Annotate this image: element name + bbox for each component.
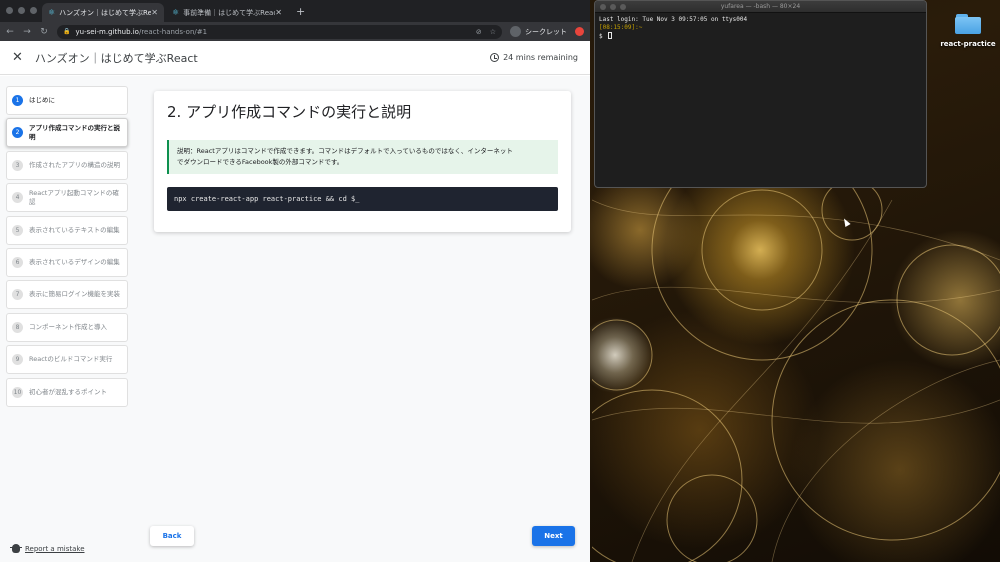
- back-button[interactable]: Back: [150, 526, 194, 546]
- step-label: コンポーネント作成と導入: [29, 322, 107, 331]
- next-button[interactable]: Next: [532, 526, 575, 546]
- codelab-header: ✕ ハンズオン｜はじめて学ぶReact 24 mins remaining: [0, 41, 590, 75]
- step-item-10[interactable]: 10 初心者が混乱するポイント: [6, 377, 128, 407]
- eye-off-icon[interactable]: ⊘: [476, 28, 482, 36]
- step-title: 2. アプリ作成コマンドの実行と説明: [167, 103, 412, 121]
- report-mistake-label: Report a mistake: [25, 544, 85, 553]
- address-bar[interactable]: 🔒 yu-sei-m.github.io /react-hands-on/#1 …: [57, 24, 502, 39]
- bug-icon: [10, 544, 22, 553]
- terminal-titlebar[interactable]: yufarea — -bash — 80×24: [595, 1, 926, 13]
- lock-icon[interactable]: 🔒: [63, 28, 70, 35]
- step-number: 10: [12, 386, 23, 398]
- code-block[interactable]: npx create-react-app react-practice && c…: [167, 187, 558, 211]
- terminal-window[interactable]: yufarea — -bash — 80×24 Last login: Tue …: [594, 0, 927, 188]
- terminal-line-prompt-time: [08:15:09]:~: [599, 24, 643, 31]
- new-tab-button[interactable]: +: [296, 5, 305, 18]
- extension-icon[interactable]: [575, 27, 584, 36]
- folder-label: react-practice: [940, 40, 996, 48]
- step-item-3[interactable]: 3 作成されたアプリの構造の説明: [6, 150, 128, 180]
- page-title: ハンズオン｜はじめて学ぶReact: [34, 51, 198, 65]
- step-label: 表示されているデザインの編集: [29, 257, 120, 266]
- step-label: 初心者が混乱するポイント: [29, 387, 107, 396]
- reload-icon[interactable]: ↻: [40, 27, 48, 37]
- step-label: 作成されたアプリの構造の説明: [29, 160, 120, 169]
- terminal-title: yufarea — -bash — 80×24: [720, 3, 801, 10]
- url-path: /react-hands-on/#1: [138, 27, 208, 36]
- step-label: はじめに: [29, 96, 55, 104]
- tab-label: 事前準備｜はじめて学ぶReact: [183, 8, 276, 17]
- step-number: 1: [12, 95, 23, 106]
- back-arrow-icon[interactable]: ←: [6, 27, 14, 37]
- step-number: 4: [12, 192, 23, 204]
- explanation-callout: 説明：Reactアプリはコマンドで作成できます。コマンドはデフォルトで入っている…: [167, 140, 558, 174]
- terminal-cursor: [608, 32, 613, 39]
- step-number: 6: [12, 256, 23, 268]
- tab-hands-on[interactable]: ⚛ ハンズオン｜はじめて学ぶReact ✕: [42, 3, 164, 22]
- step-item-2[interactable]: 2 アプリ作成コマンドの実行と説明: [6, 118, 128, 148]
- terminal-line-login: Last login: Tue Nov 3 09:57:05 on ttys00…: [599, 16, 748, 23]
- folder-icon: [955, 14, 981, 34]
- report-mistake-link[interactable]: Report a mistake: [10, 544, 85, 553]
- close-icon[interactable]: ✕: [12, 50, 23, 65]
- callout-line: でダウンロードできるFacebook製の外部コマンドです。: [177, 158, 344, 166]
- tab-label: ハンズオン｜はじめて学ぶReact: [59, 8, 152, 17]
- forward-arrow-icon[interactable]: →: [23, 27, 31, 37]
- window-minimize-button[interactable]: [18, 7, 25, 14]
- terminal-output[interactable]: Last login: Tue Nov 3 09:57:05 on ttys00…: [595, 13, 926, 44]
- step-item-1[interactable]: 1 はじめに: [6, 86, 128, 115]
- step-content-card: 2. アプリ作成コマンドの実行と説明 説明：Reactアプリはコマンドで作成でき…: [154, 91, 571, 232]
- step-item-6[interactable]: 6 表示されているデザインの編集: [6, 247, 128, 277]
- step-number: 2: [12, 127, 23, 139]
- browser-window: ⚛ ハンズオン｜はじめて学ぶReact ✕ ⚛ 事前準備｜はじめて学ぶReact…: [0, 0, 590, 562]
- step-number: 3: [12, 159, 23, 171]
- tab-close-icon[interactable]: ✕: [151, 8, 158, 17]
- step-item-5[interactable]: 5 表示されているテキストの編集: [6, 215, 128, 245]
- step-label: アプリ作成コマンドの実行と説明: [29, 123, 120, 141]
- step-label: 表示されているテキストの編集: [29, 225, 120, 234]
- url-host: yu-sei-m.github.io: [75, 27, 139, 36]
- incognito-icon: [510, 26, 521, 37]
- window-zoom-button[interactable]: [30, 7, 37, 14]
- step-number: 7: [12, 289, 23, 301]
- react-favicon-icon: ⚛: [48, 8, 56, 17]
- incognito-label: シークレット: [525, 27, 567, 36]
- step-number: 9: [12, 354, 23, 366]
- steps-sidebar: 1 はじめに 2 アプリ作成コマンドの実行と説明 3 作成されたアプリの構造の説…: [6, 86, 128, 410]
- window-close-button[interactable]: [6, 7, 13, 14]
- step-label: Reactアプリ起動コマンドの確認: [29, 188, 119, 206]
- desktop-folder-react-practice[interactable]: react-practice: [940, 14, 996, 48]
- clock-icon: [490, 53, 500, 62]
- code-text: npx create-react-app react-practice && c…: [174, 195, 360, 203]
- bookmark-star-icon[interactable]: ☆: [490, 28, 496, 36]
- step-label: 表示に簡易ログイン機能を実装: [29, 290, 120, 299]
- omnibar: ← → ↻ 🔒 yu-sei-m.github.io /react-hands-…: [0, 22, 590, 41]
- step-item-7[interactable]: 7 表示に簡易ログイン機能を実装: [6, 280, 128, 310]
- react-favicon-icon: ⚛: [172, 8, 180, 17]
- time-remaining: 24 mins remaining: [490, 53, 578, 62]
- time-remaining-label: 24 mins remaining: [503, 53, 578, 62]
- tab-strip: ⚛ ハンズオン｜はじめて学ぶReact ✕ ⚛ 事前準備｜はじめて学ぶReact…: [0, 0, 590, 22]
- step-item-8[interactable]: 8 コンポーネント作成と導入: [6, 312, 128, 342]
- terminal-line-prompt: $: [599, 32, 922, 41]
- step-item-4[interactable]: 4 Reactアプリ起動コマンドの確認: [6, 183, 128, 213]
- tab-preparation[interactable]: ⚛ 事前準備｜はじめて学ぶReact ✕: [166, 3, 288, 22]
- step-number: 8: [12, 321, 23, 333]
- step-number: 5: [12, 224, 23, 236]
- step-label: Reactのビルドコマンド実行: [29, 355, 113, 364]
- callout-line: 説明：Reactアプリはコマンドで作成できます。コマンドはデフォルトで入っている…: [177, 147, 513, 155]
- incognito-indicator[interactable]: シークレット: [510, 26, 567, 37]
- tab-close-icon[interactable]: ✕: [275, 8, 282, 17]
- step-item-9[interactable]: 9 Reactのビルドコマンド実行: [6, 345, 128, 375]
